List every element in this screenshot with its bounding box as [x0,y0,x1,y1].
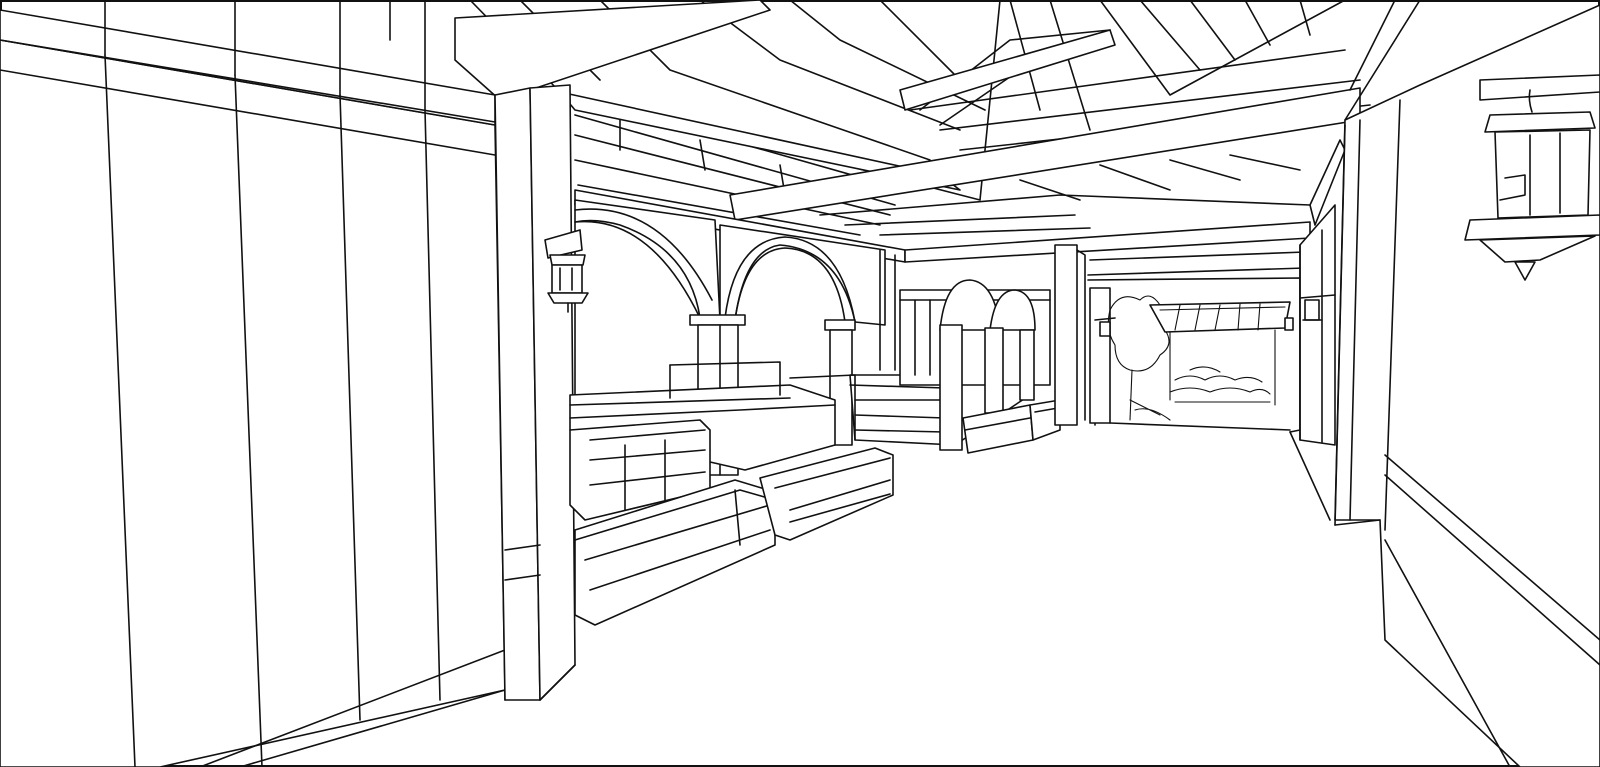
line-art-scene [0,0,1600,767]
right-door-frame [1299,204,1336,446]
open-doorway [1087,277,1301,433]
door-frame [494,84,576,701]
lantern-left [544,229,589,313]
scene-drawing [0,0,1600,767]
wooden-door [0,0,506,767]
